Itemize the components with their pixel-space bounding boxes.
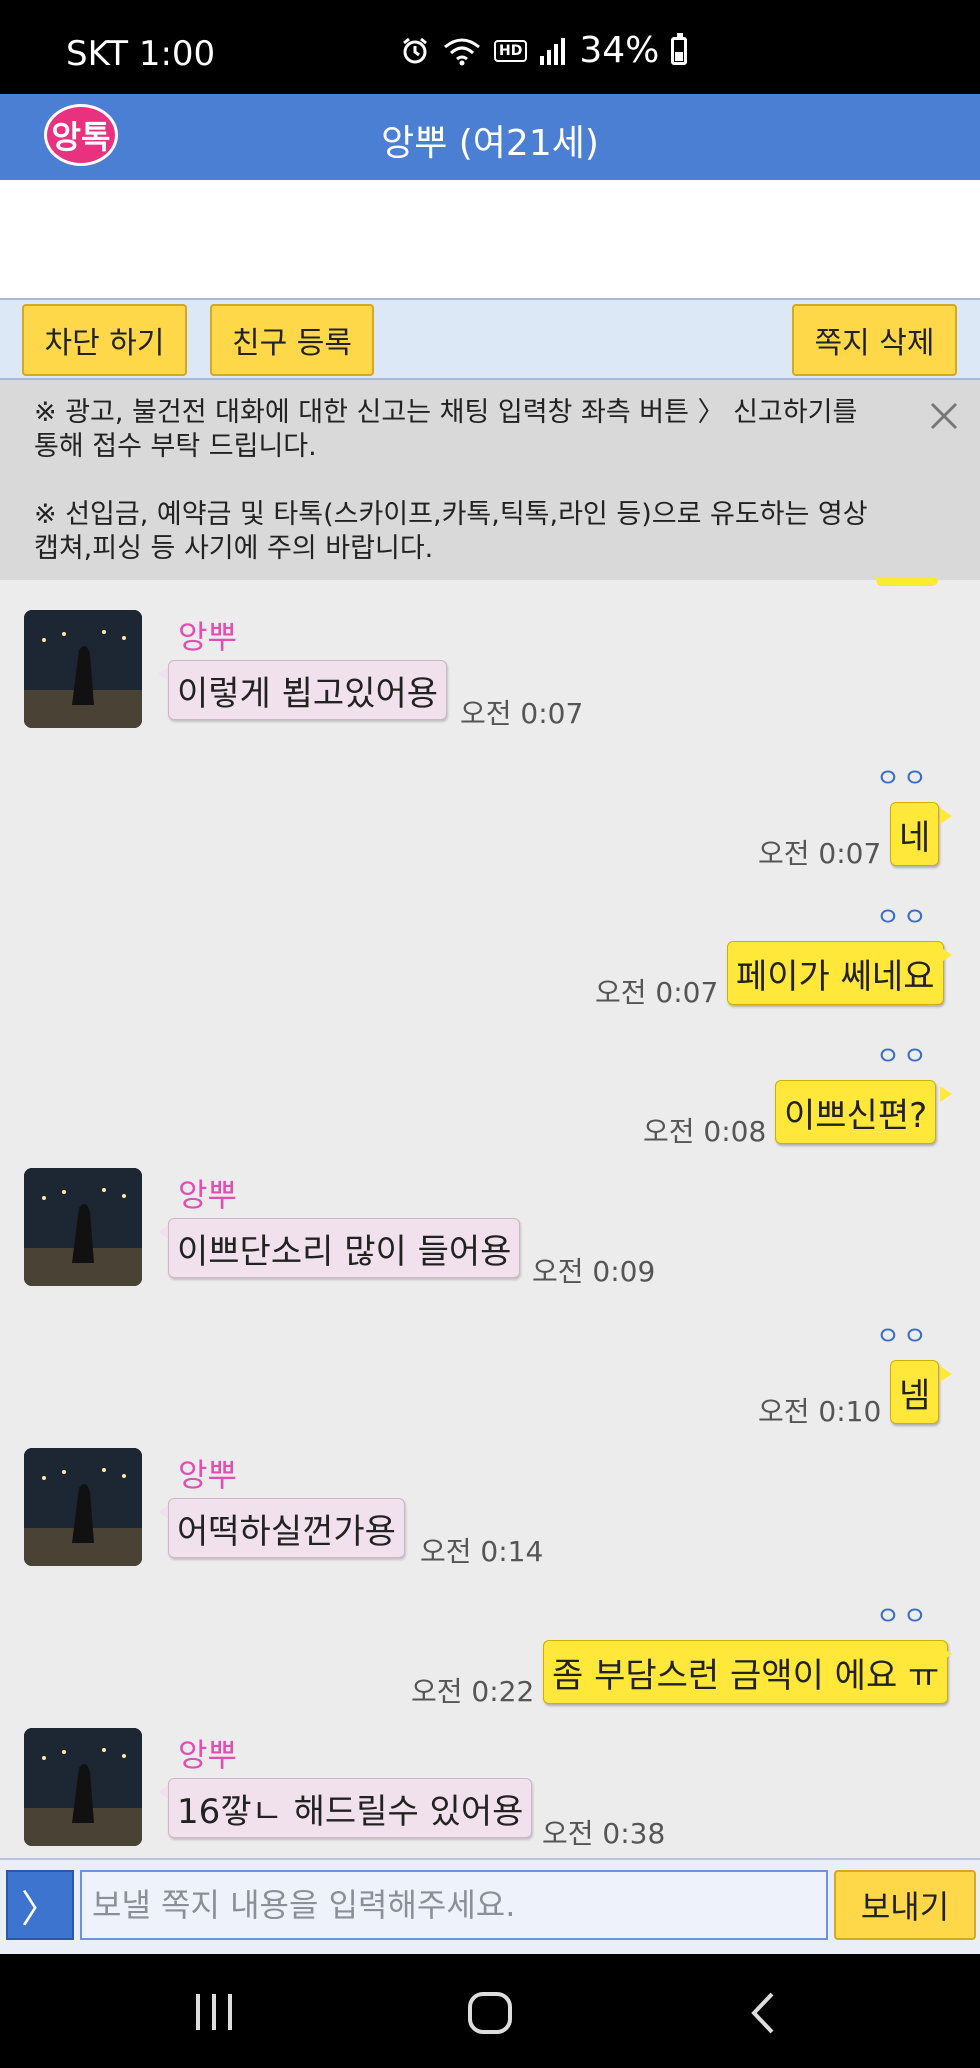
bubble-tail bbox=[940, 947, 952, 963]
message-time: 오전 0:14 bbox=[420, 1535, 544, 1568]
outgoing-message-bubble: 넴 bbox=[890, 1360, 940, 1424]
block-button[interactable]: 차단 하기 bbox=[22, 304, 187, 376]
outgoing-message-bubble: 좀 부담스런 금액이 에요 ㅠ bbox=[543, 1640, 949, 1704]
back-icon[interactable] bbox=[746, 1990, 782, 2036]
sender-avatar[interactable] bbox=[24, 610, 142, 728]
message-time: 오전 0:10 bbox=[758, 1395, 882, 1428]
battery-text: 34% bbox=[579, 30, 660, 71]
send-button[interactable]: 보내기 bbox=[834, 1870, 976, 1940]
notice-text: ※ 광고, 불건전 대화에 대한 신고는 채팅 입력창 좌측 버튼 〉 신고하기… bbox=[34, 396, 874, 566]
chat-partner-title: 앙뿌 (여21세) bbox=[381, 123, 599, 164]
status-icons: HD 34% bbox=[400, 30, 688, 71]
hd-voice-icon: HD bbox=[494, 39, 528, 62]
sender-name: 앙뿌 bbox=[178, 618, 237, 656]
bubble-tail bbox=[940, 1366, 952, 1382]
message-input[interactable] bbox=[80, 1870, 828, 1940]
outgoing-message-bubble: 페이가 쎄네요 bbox=[727, 941, 944, 1005]
read-indicator: ㅇㅇ bbox=[876, 1602, 930, 1632]
bubble-tail bbox=[940, 1086, 952, 1102]
wifi-icon bbox=[444, 38, 480, 65]
sender-name: 앙뿌 bbox=[178, 1736, 237, 1774]
alarm-icon bbox=[403, 37, 427, 63]
recents-icon[interactable] bbox=[192, 1990, 236, 2034]
message-time: 오전 0:09 bbox=[532, 1255, 656, 1288]
message-time: 오전 0:22 bbox=[411, 1675, 535, 1708]
home-icon[interactable] bbox=[466, 1990, 514, 2036]
message-time: 오전 0:38 bbox=[542, 1817, 666, 1850]
menu-report-button[interactable]: 〉 bbox=[6, 1870, 74, 1940]
sender-avatar[interactable] bbox=[24, 1168, 142, 1286]
partial-outgoing-bubble bbox=[876, 578, 938, 586]
close-icon[interactable] bbox=[926, 398, 962, 434]
signal-icon bbox=[540, 37, 566, 65]
sender-avatar[interactable] bbox=[24, 1728, 142, 1846]
sender-name: 앙뿌 bbox=[178, 1176, 237, 1214]
message-time: 오전 0:07 bbox=[460, 697, 584, 730]
add-friend-button[interactable]: 친구 등록 bbox=[210, 304, 374, 376]
sender-name: 앙뿌 bbox=[178, 1456, 237, 1494]
delete-note-button[interactable]: 쪽지 삭제 bbox=[792, 304, 957, 376]
status-carrier-time: SKT 1:00 bbox=[66, 34, 216, 74]
read-indicator: ㅇㅇ bbox=[876, 903, 930, 933]
message-time: 오전 0:07 bbox=[758, 837, 882, 870]
banner-area bbox=[0, 180, 980, 298]
notice-report-text: ※ 광고, 불건전 대화에 대한 신고는 채팅 입력창 좌측 버튼 〉 신고하기… bbox=[34, 397, 858, 462]
message-time: 오전 0:07 bbox=[595, 976, 719, 1009]
read-indicator: ㅇㅇ bbox=[876, 1322, 930, 1352]
incoming-message-bubble: 이쁘단소리 많이 들어용 bbox=[168, 1218, 521, 1278]
incoming-message-bubble: 이렇게 뵙고있어용 bbox=[168, 660, 448, 720]
incoming-message-bubble: 16깧ㄴ 해드릴수 있어용 bbox=[168, 1778, 533, 1838]
incoming-message-bubble: 어떡하실껀가용 bbox=[168, 1498, 405, 1558]
outgoing-message-bubble: 네 bbox=[890, 802, 940, 866]
outgoing-message-bubble: 이쁘신편? bbox=[775, 1080, 937, 1144]
bubble-tail bbox=[940, 1646, 952, 1662]
bubble-tail bbox=[940, 808, 952, 824]
battery-icon bbox=[671, 32, 688, 65]
message-time: 오전 0:08 bbox=[643, 1115, 767, 1148]
notice-fraud-text: ※ 선입금, 예약금 및 타톡(스카이프,카톡,틱톡,라인 등)으로 유도하는 … bbox=[34, 499, 868, 564]
sender-avatar[interactable] bbox=[24, 1448, 142, 1566]
read-indicator: ㅇㅇ bbox=[876, 764, 930, 794]
read-indicator: ㅇㅇ bbox=[876, 1042, 930, 1072]
